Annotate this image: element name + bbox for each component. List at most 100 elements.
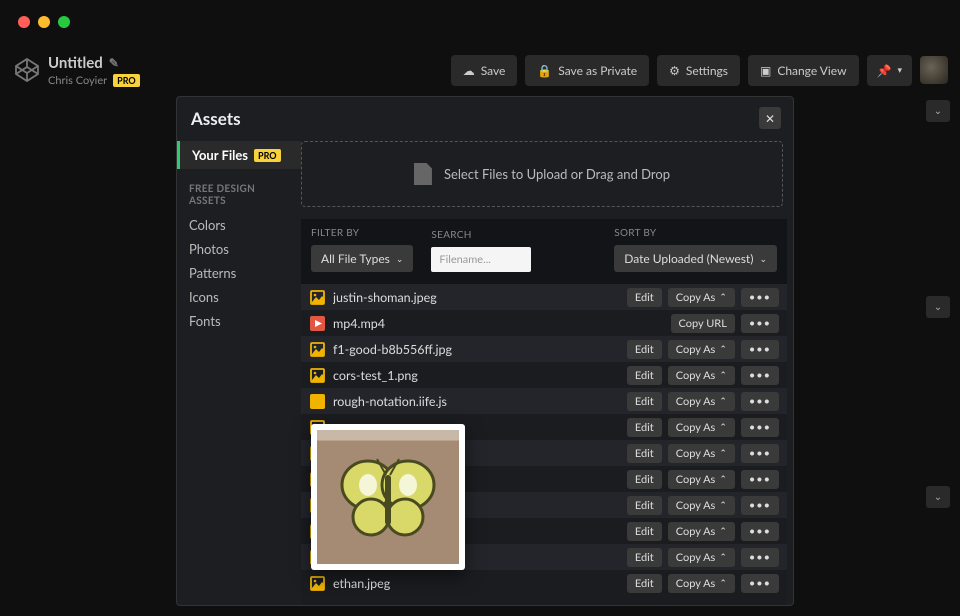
edit-file-button[interactable]: Edit bbox=[627, 288, 662, 307]
file-row[interactable]: mp4.mp4Copy URL ••• bbox=[301, 310, 787, 336]
save-button[interactable]: ☁ Save bbox=[451, 55, 518, 86]
edit-file-button[interactable]: Edit bbox=[627, 496, 662, 515]
panel-toggle-1[interactable]: ⌄ bbox=[926, 100, 950, 122]
copy-as-button[interactable]: Copy As ⌃ bbox=[668, 574, 735, 593]
sort-by-label: SORT BY bbox=[614, 227, 777, 239]
cloud-icon: ☁ bbox=[463, 63, 475, 78]
file-row[interactable]: justin-shoman.jpegEdit Copy As ⌃ ••• bbox=[301, 284, 787, 310]
panel-toggle-2[interactable]: ⌄ bbox=[926, 296, 950, 318]
file-name: mp4.mp4 bbox=[333, 316, 671, 331]
modal-title: Assets bbox=[191, 108, 241, 129]
pin-button[interactable]: 📌 ▾ bbox=[867, 55, 912, 86]
edit-file-button[interactable]: Edit bbox=[627, 340, 662, 359]
copy-as-button[interactable]: Copy As ⌃ bbox=[668, 340, 735, 359]
file-type-icon bbox=[309, 367, 325, 383]
copy-as-button[interactable]: Copy As ⌃ bbox=[668, 444, 735, 463]
edit-file-button[interactable]: Edit bbox=[627, 418, 662, 437]
pro-badge: PRO bbox=[113, 74, 140, 87]
sidebar-item-fonts[interactable]: Fonts bbox=[177, 309, 301, 333]
upload-dropzone[interactable]: Select Files to Upload or Drag and Drop bbox=[301, 141, 783, 207]
more-actions-button[interactable]: ••• bbox=[741, 548, 779, 567]
copy-as-button[interactable]: Copy As ⌃ bbox=[668, 522, 735, 541]
sort-select[interactable]: Date Uploaded (Newest) ⌄ bbox=[614, 245, 777, 272]
file-name: rough-notation.iife.js bbox=[333, 394, 627, 409]
copy-as-button[interactable]: Copy As ⌃ bbox=[668, 548, 735, 567]
user-avatar[interactable] bbox=[920, 56, 948, 84]
file-type-filter[interactable]: All File Types ⌄ bbox=[311, 245, 413, 272]
more-actions-button[interactable]: ••• bbox=[741, 366, 779, 385]
sidebar-item-colors[interactable]: Colors bbox=[177, 213, 301, 237]
file-upload-icon bbox=[414, 163, 432, 185]
sidebar-tab-your-files[interactable]: Your Files PRO bbox=[177, 141, 301, 169]
min-window-dot[interactable] bbox=[38, 16, 50, 28]
more-actions-button[interactable]: ••• bbox=[741, 522, 779, 541]
file-name: cors-test_1.png bbox=[333, 368, 627, 383]
filter-by-label: FILTER BY bbox=[311, 227, 413, 239]
save-label: Save bbox=[481, 63, 506, 78]
copy-as-button[interactable]: Copy As ⌃ bbox=[668, 496, 735, 515]
pro-badge: PRO bbox=[254, 149, 281, 162]
edit-file-button[interactable]: Edit bbox=[627, 392, 662, 411]
copy-as-button[interactable]: Copy As ⌃ bbox=[668, 470, 735, 489]
lock-icon: 🔒 bbox=[537, 63, 552, 78]
edit-file-button[interactable]: Edit bbox=[627, 522, 662, 541]
more-actions-button[interactable]: ••• bbox=[741, 496, 779, 515]
layout-icon: ▣ bbox=[760, 63, 771, 78]
change-view-label: Change View bbox=[777, 63, 846, 78]
pen-title[interactable]: Untitled bbox=[48, 54, 103, 72]
more-actions-button[interactable]: ••• bbox=[741, 418, 779, 437]
sidebar-section-heading: FREE DESIGN ASSETS bbox=[177, 169, 301, 213]
settings-button[interactable]: ⚙ Settings bbox=[657, 55, 740, 86]
close-window-dot[interactable] bbox=[18, 16, 30, 28]
copy-as-button[interactable]: Copy As ⌃ bbox=[668, 418, 735, 437]
file-row[interactable]: cors-test_1.pngEdit Copy As ⌃ ••• bbox=[301, 362, 787, 388]
chevron-down-icon: ⌄ bbox=[759, 253, 767, 265]
close-modal-button[interactable]: ✕ bbox=[759, 107, 781, 129]
file-type-icon bbox=[309, 289, 325, 305]
more-actions-button[interactable]: ••• bbox=[741, 392, 779, 411]
max-window-dot[interactable] bbox=[58, 16, 70, 28]
edit-title-icon[interactable]: ✎ bbox=[109, 55, 119, 70]
pin-icon: 📌 bbox=[877, 63, 892, 78]
sort-value: Date Uploaded (Newest) bbox=[624, 251, 753, 266]
settings-label: Settings bbox=[686, 63, 728, 78]
edit-file-button[interactable]: Edit bbox=[627, 470, 662, 489]
gear-icon: ⚙ bbox=[669, 63, 680, 78]
file-type-icon bbox=[309, 341, 325, 357]
file-row[interactable]: rough-notation.iife.jsEdit Copy As ⌃ ••• bbox=[301, 388, 787, 414]
save-private-button[interactable]: 🔒 Save as Private bbox=[525, 55, 649, 86]
top-bar: Untitled ✎ Chris Coyier PRO ☁ Save 🔒 Sav… bbox=[0, 50, 960, 90]
copy-url-button[interactable]: Copy URL bbox=[671, 314, 735, 333]
more-actions-button[interactable]: ••• bbox=[741, 288, 779, 307]
image-preview-popover bbox=[311, 424, 465, 570]
file-name: justin-shoman.jpeg bbox=[333, 290, 627, 305]
edit-file-button[interactable]: Edit bbox=[627, 548, 662, 567]
edit-file-button[interactable]: Edit bbox=[627, 574, 662, 593]
assets-modal: Assets ✕ Your Files PRO FREE DESIGN ASSE… bbox=[176, 96, 794, 606]
file-name: ethan.jpeg bbox=[333, 576, 627, 591]
sidebar-item-patterns[interactable]: Patterns bbox=[177, 261, 301, 285]
more-actions-button[interactable]: ••• bbox=[741, 574, 779, 593]
change-view-button[interactable]: ▣ Change View bbox=[748, 55, 859, 86]
more-actions-button[interactable]: ••• bbox=[741, 444, 779, 463]
search-label: SEARCH bbox=[431, 229, 531, 241]
more-actions-button[interactable]: ••• bbox=[741, 340, 779, 359]
edit-file-button[interactable]: Edit bbox=[627, 444, 662, 463]
file-row[interactable]: f1-good-b8b556ff.jpgEditCopy As ⌃••• bbox=[301, 336, 787, 362]
file-row[interactable]: ethan.jpegEdit Copy As ⌃ ••• bbox=[301, 570, 787, 596]
more-actions-button[interactable]: ••• bbox=[741, 314, 779, 333]
panel-toggle-3[interactable]: ⌄ bbox=[926, 486, 950, 508]
file-type-icon bbox=[309, 575, 325, 591]
edit-file-button[interactable]: Edit bbox=[627, 366, 662, 385]
sidebar-item-photos[interactable]: Photos bbox=[177, 237, 301, 261]
sidebar-item-icons[interactable]: Icons bbox=[177, 285, 301, 309]
copy-as-button[interactable]: Copy As ⌃ bbox=[668, 288, 735, 307]
dropzone-label: Select Files to Upload or Drag and Drop bbox=[444, 166, 670, 182]
filename-search-input[interactable] bbox=[431, 247, 531, 272]
filter-bar: FILTER BY All File Types ⌄ SEARCH SORT B… bbox=[301, 219, 787, 284]
more-actions-button[interactable]: ••• bbox=[741, 470, 779, 489]
pen-author[interactable]: Chris Coyier bbox=[48, 74, 107, 87]
copy-as-button[interactable]: Copy As ⌃ bbox=[668, 392, 735, 411]
copy-as-button[interactable]: Copy As ⌃ bbox=[668, 366, 735, 385]
butterfly-icon bbox=[333, 447, 443, 547]
